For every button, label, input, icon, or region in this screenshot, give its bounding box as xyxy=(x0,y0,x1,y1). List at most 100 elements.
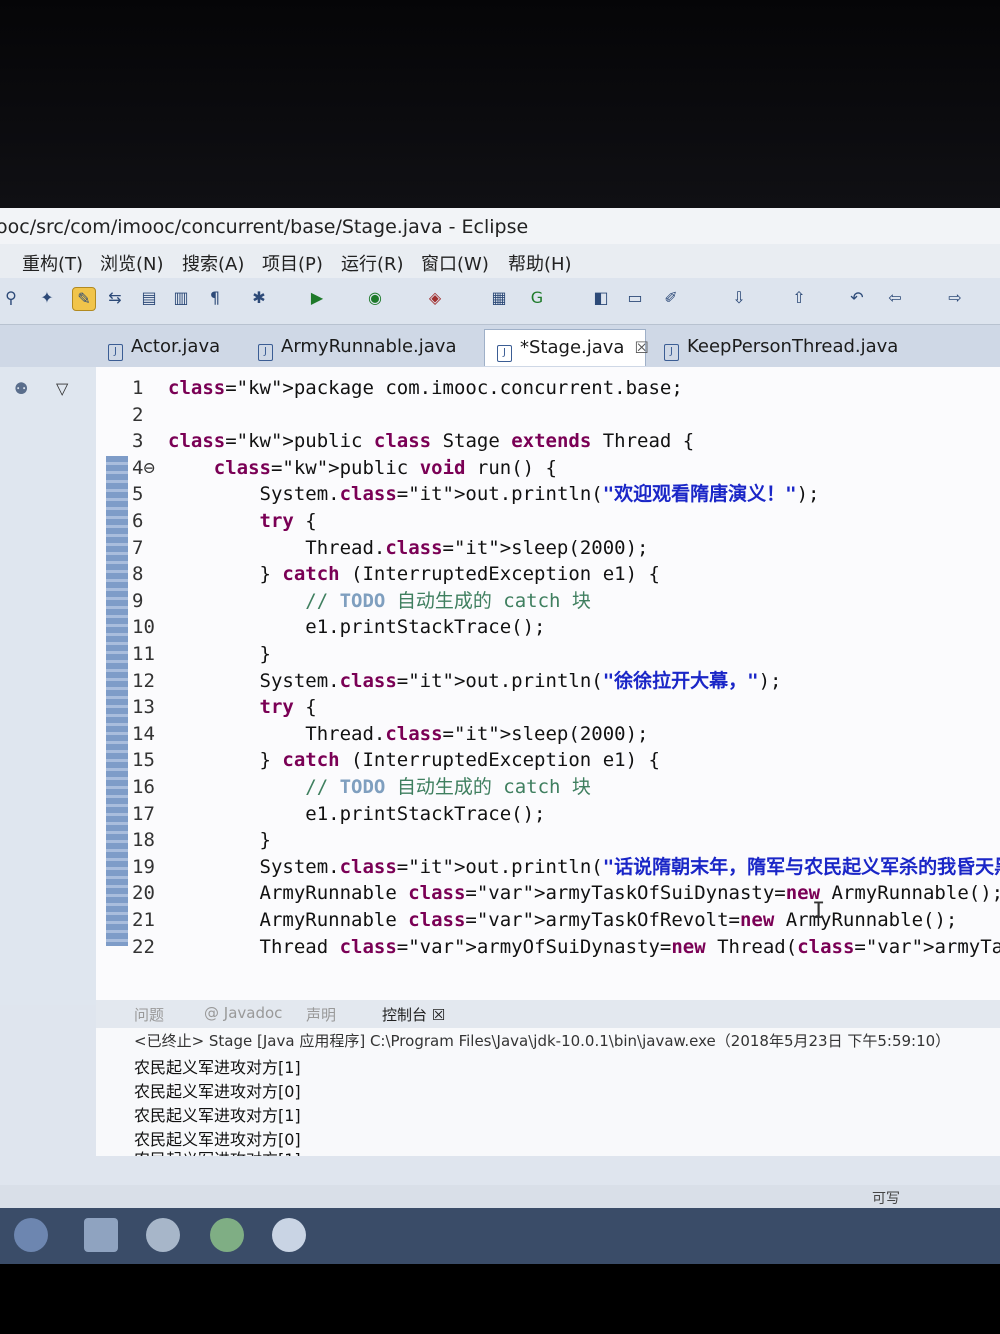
code-text: } xyxy=(168,829,271,852)
paragraph-icon[interactable]: ¶ xyxy=(204,287,226,309)
status-writable: 可写 xyxy=(872,1191,900,1207)
tab-problems[interactable]: 问题 xyxy=(134,1004,164,1025)
pen-icon[interactable]: ✐ xyxy=(660,287,682,309)
highlight-icon[interactable]: ✎ xyxy=(72,287,96,311)
new-icon[interactable]: G xyxy=(526,287,548,309)
code-line[interactable]: 15 } catch (InterruptedException e1) { xyxy=(132,747,660,773)
code-line[interactable]: 22 Thread class="var">armyOfSuiDynasty=n… xyxy=(132,934,1000,960)
line-number: 11 xyxy=(132,643,155,665)
menu-search[interactable]: 搜索(A) xyxy=(182,250,244,276)
code-text: } catch (InterruptedException e1) { xyxy=(168,563,660,586)
new-class-icon[interactable]: ▦ xyxy=(488,287,510,309)
back-arrow-icon[interactable]: ⇦ xyxy=(884,287,906,309)
monitor-bezel-top xyxy=(0,0,1000,208)
code-line[interactable]: 2 xyxy=(132,402,168,428)
tab-javadoc[interactable]: @ Javadoc xyxy=(204,1004,282,1022)
code-line[interactable]: 5 System.class="it">out.println("欢迎观看隋唐演… xyxy=(132,481,819,507)
code-line[interactable]: 7 Thread.class="it">sleep(2000); xyxy=(132,535,648,561)
line-number: 20 xyxy=(132,882,155,905)
list-icon[interactable]: ▥ xyxy=(170,287,192,309)
line-number: 13 xyxy=(132,696,155,719)
monitor-bezel-bottom xyxy=(0,1264,1000,1334)
title-bar: ooc/src/com/imooc/concurrent/base/Stage.… xyxy=(0,208,1000,244)
eclipse-icon[interactable] xyxy=(272,1218,306,1252)
line-number: 5 xyxy=(132,483,144,506)
line-number: 19 xyxy=(132,855,155,878)
code-line[interactable]: 20 ArmyRunnable class="var">armyTaskOfSu… xyxy=(132,880,1000,906)
code-line[interactable]: 11 } xyxy=(132,641,271,667)
folder-icon[interactable] xyxy=(84,1218,118,1252)
toggle-icon[interactable]: ⇆ xyxy=(104,287,126,309)
hierarchy-icon[interactable]: ⚉ xyxy=(14,379,28,398)
eclipse-window: ooc/src/com/imooc/concurrent/base/Stage.… xyxy=(0,208,1000,1208)
code-line[interactable]: 13 try { xyxy=(132,694,317,720)
code-text: e1.printStackTrace(); xyxy=(168,616,546,639)
browser-icon[interactable] xyxy=(210,1218,244,1252)
debug-icon[interactable]: ✱ xyxy=(248,287,270,309)
outline-icon[interactable]: ▤ xyxy=(138,287,160,309)
line-number: 21 xyxy=(132,909,155,931)
code-line[interactable]: 16 // TODO 自动生成的 catch 块 xyxy=(132,774,591,800)
pin-icon[interactable]: ✦ xyxy=(36,287,58,309)
code-line[interactable]: 9 // TODO 自动生成的 catch 块 xyxy=(132,588,591,614)
code-text: ArmyRunnable class="var">armyTaskOfRevol… xyxy=(168,909,958,931)
menu-project[interactable]: 项目(P) xyxy=(262,250,323,276)
code-text: Thread class="var">armyOfSuiDynasty=new … xyxy=(168,935,1000,958)
taskbar xyxy=(0,1208,1000,1264)
code-text: } catch (InterruptedException e1) { xyxy=(168,749,660,772)
coverage-icon[interactable]: ◉ xyxy=(364,287,386,309)
code-line[interactable]: 1 class="kw">package com.imooc.concurrent… xyxy=(132,375,683,401)
line-number: 10 xyxy=(132,616,155,639)
menu-window[interactable]: 窗口(W) xyxy=(421,250,489,276)
search-icon[interactable]: ⚲ xyxy=(0,287,22,309)
code-line[interactable]: 12 System.class="it">out.println("徐徐拉开大幕… xyxy=(132,668,781,694)
console-output[interactable]: <已终止> Stage [Java 应用程序] C:\Program Files… xyxy=(96,1028,1000,1156)
line-number: 15 xyxy=(132,749,155,772)
code-line[interactable]: 8 } catch (InterruptedException e1) { xyxy=(132,561,660,587)
text-cursor-icon: I xyxy=(812,899,826,924)
tab-stage-java[interactable]: J *Stage.java ☒ xyxy=(484,329,649,366)
code-line[interactable]: 10 e1.printStackTrace(); xyxy=(132,614,546,640)
view-menu-icon[interactable]: ▽ xyxy=(56,379,68,398)
run-icon[interactable]: ▶ xyxy=(306,287,328,309)
ie-icon[interactable] xyxy=(14,1218,48,1252)
next-annotation-icon[interactable]: ⇩ xyxy=(728,287,750,309)
prev-annotation-icon[interactable]: ⇧ xyxy=(788,287,810,309)
menu-refactor[interactable]: 重构(T) xyxy=(22,250,83,276)
code-line[interactable]: 3 class="kw">public class Stage extends T… xyxy=(132,428,694,454)
forward-arrow-icon[interactable]: ⇨ xyxy=(944,287,966,309)
tab-declaration[interactable]: 声明 xyxy=(306,1004,336,1025)
code-text: class="kw">package com.imooc.concurrent.… xyxy=(168,377,683,399)
tab-actor-java[interactable]: J Actor.java xyxy=(96,329,220,365)
line-number: 18 xyxy=(132,829,155,852)
tab-keeppersonthread-java[interactable]: J KeepPersonThread.java xyxy=(652,329,898,365)
code-text: try { xyxy=(259,510,317,532)
menu-help[interactable]: 帮助(H) xyxy=(508,250,572,276)
java-file-icon: J xyxy=(108,344,123,361)
code-line[interactable]: 19 System.class="it">out.println("话说隋朝末年… xyxy=(132,854,1000,880)
tab-console[interactable]: 控制台 ☒ xyxy=(382,1004,445,1025)
code-line[interactable]: 14 Thread.class="it">sleep(2000); xyxy=(132,721,648,747)
code-line[interactable]: 21 ArmyRunnable class="var">armyTaskOfRe… xyxy=(132,907,957,933)
code-line[interactable]: 17 e1.printStackTrace(); xyxy=(132,801,546,827)
line-number: 4⊖ xyxy=(132,456,155,479)
status-bar: 可写 xyxy=(0,1185,1000,1208)
last-edit-icon[interactable]: ↶ xyxy=(846,287,868,309)
menu-bar: 重构(T) 浏览(N) 搜索(A) 项目(P) 运行(R) 窗口(W) 帮助(H… xyxy=(0,244,1000,278)
tab-armyrunnable-java[interactable]: J ArmyRunnable.java xyxy=(246,329,456,365)
line-number: 7 xyxy=(132,536,144,559)
code-editor[interactable]: 1 class="kw">package com.imooc.concurrent… xyxy=(96,367,1000,1007)
console-line: 农民起义军进攻对方[1] xyxy=(134,1146,301,1156)
code-line[interactable]: 4⊖ class="kw">public void run() { xyxy=(132,455,557,481)
open-type-icon[interactable]: ◧ xyxy=(590,287,612,309)
app-icon[interactable] xyxy=(146,1218,180,1252)
line-number: 12 xyxy=(132,669,155,692)
code-line[interactable]: 6 try { xyxy=(132,508,317,534)
menu-run[interactable]: 运行(R) xyxy=(341,250,404,276)
code-line[interactable]: 18 } xyxy=(132,827,271,853)
close-icon[interactable]: ☒ xyxy=(634,338,648,357)
external-tools-icon[interactable]: ◈ xyxy=(424,287,446,309)
menu-navigate[interactable]: 浏览(N) xyxy=(100,250,164,276)
folder-icon[interactable]: ▭ xyxy=(624,287,646,309)
code-text: try { xyxy=(259,696,317,719)
